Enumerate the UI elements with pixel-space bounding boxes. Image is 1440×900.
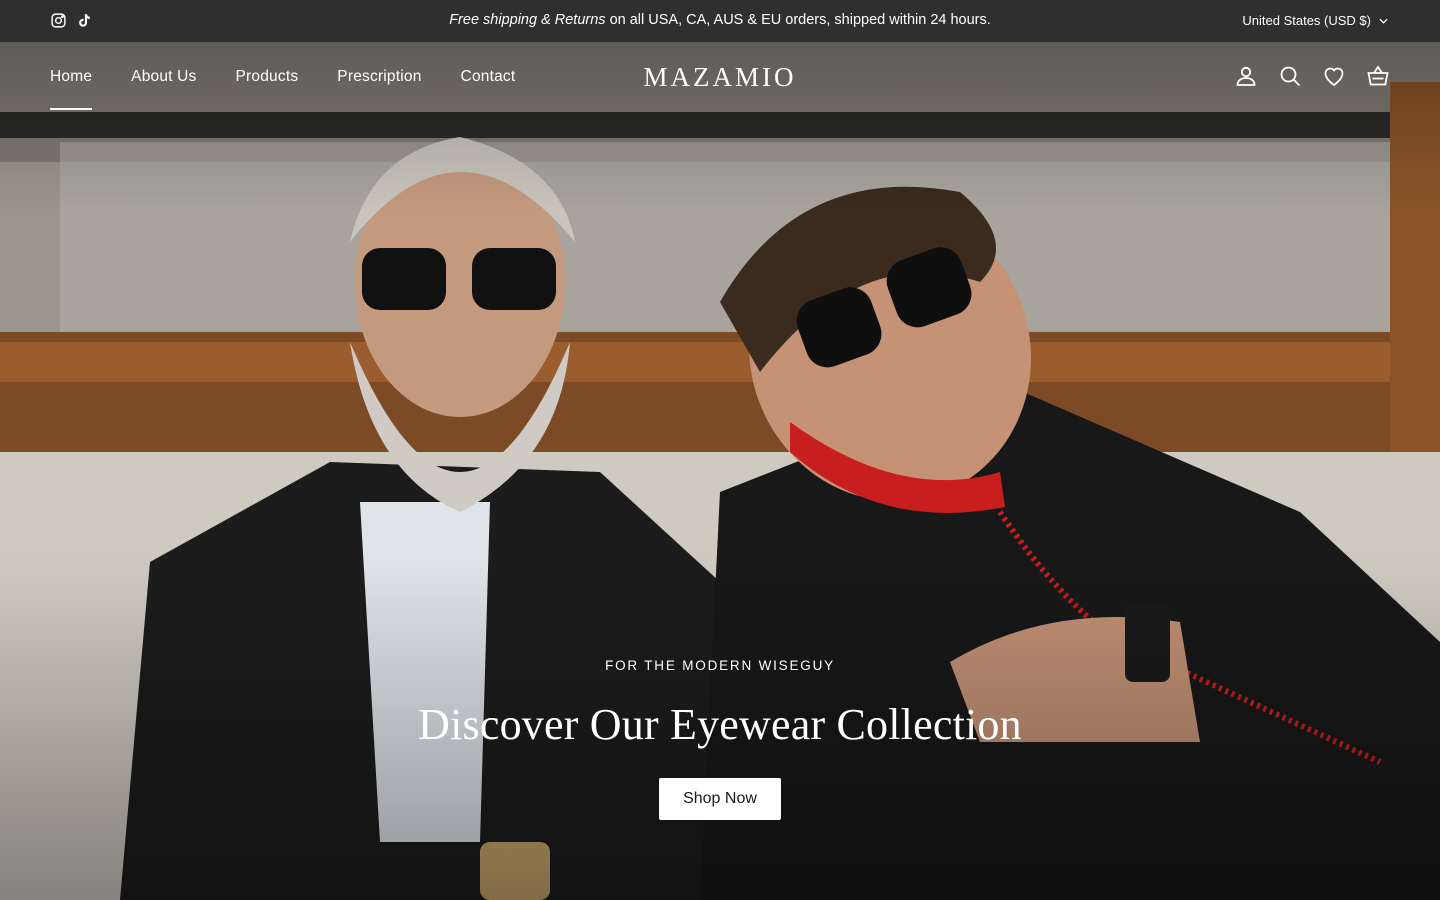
account-icon[interactable] xyxy=(1234,64,1258,88)
cart-basket-icon[interactable] xyxy=(1366,64,1390,88)
announcement-bar: Free shipping & Returns on all USA, CA, … xyxy=(0,0,1440,42)
currency-label: United States (USD $) xyxy=(1242,13,1371,28)
site-header: Home About Us Products Prescription Cont… xyxy=(0,42,1440,114)
wishlist-heart-icon[interactable] xyxy=(1322,64,1346,88)
announcement-text: Free shipping & Returns on all USA, CA, … xyxy=(0,12,1440,28)
site-logo[interactable]: MAZAMIO xyxy=(0,62,1440,93)
hero-copy: FOR THE MODERN WISEGUY Discover Our Eyew… xyxy=(0,658,1440,820)
hero-kicker: FOR THE MODERN WISEGUY xyxy=(605,658,835,673)
chevron-down-icon xyxy=(1379,18,1388,24)
announcement-body: on all USA, CA, AUS & EU orders, shipped… xyxy=(605,12,991,28)
currency-selector[interactable]: United States (USD $) xyxy=(1242,13,1388,28)
header-icons xyxy=(1234,64,1390,88)
shop-now-button[interactable]: Shop Now xyxy=(659,778,781,820)
search-icon[interactable] xyxy=(1278,64,1302,88)
announcement-italic: Free shipping & Returns xyxy=(449,12,606,28)
hero-headline: Discover Our Eyewear Collection xyxy=(418,700,1022,749)
